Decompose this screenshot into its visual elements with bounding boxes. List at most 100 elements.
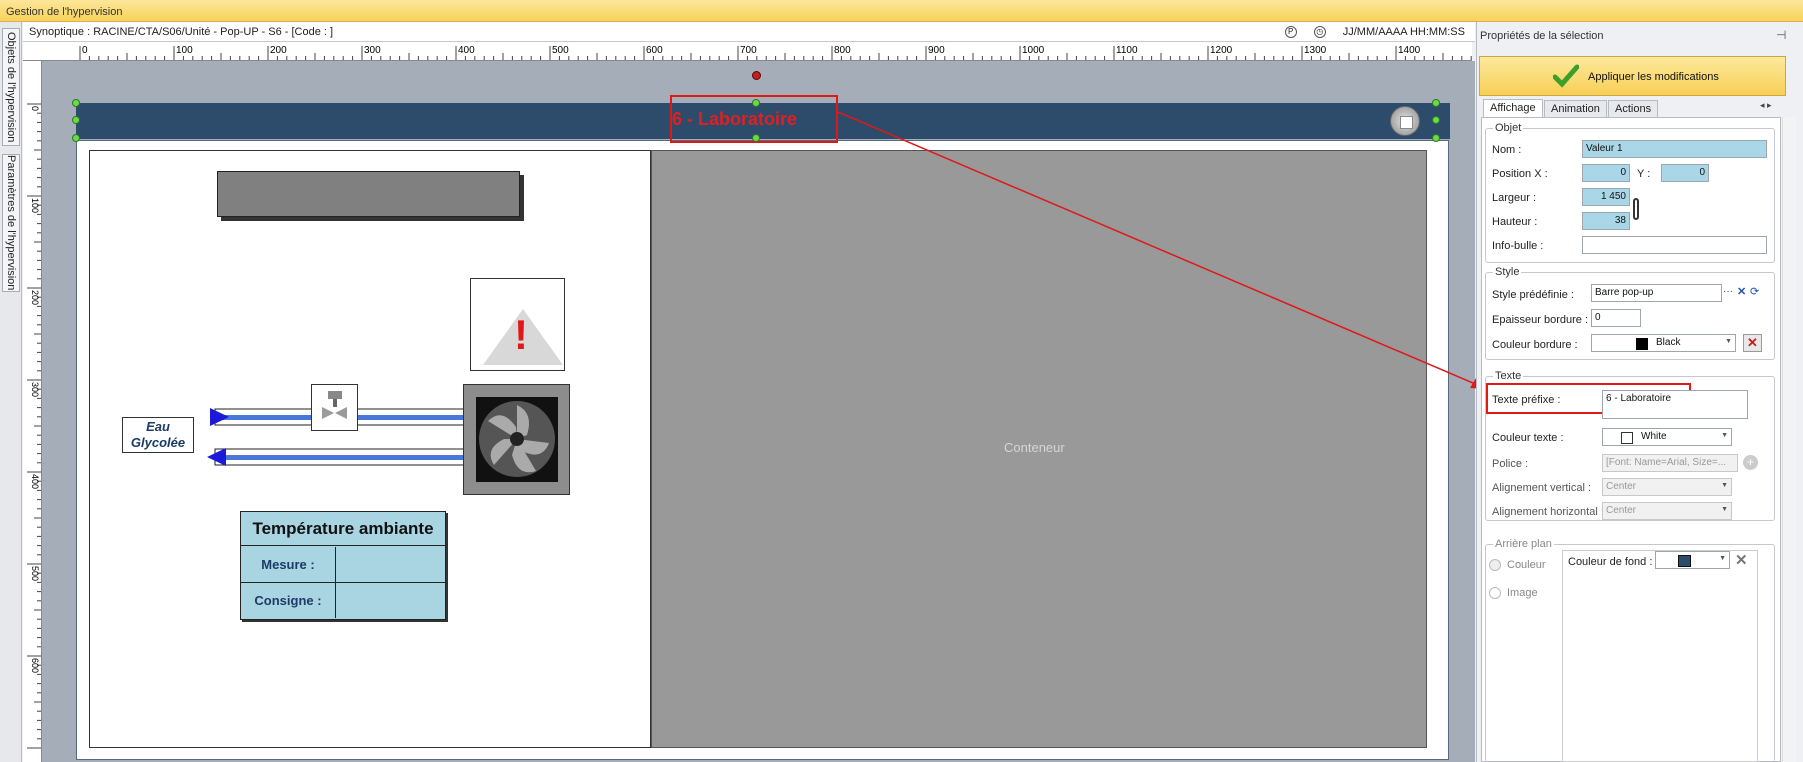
side-tab-strip: Objets de l'hypervision Paramètres de l'… <box>0 22 22 762</box>
texte-legend: Texte <box>1493 370 1524 382</box>
couleur-texte-label: Couleur texte : <box>1492 432 1564 444</box>
glycolee-text: Glycolée <box>130 435 186 450</box>
clear-icon[interactable]: ✕ <box>1737 285 1746 298</box>
link-icon[interactable] <box>1633 198 1639 220</box>
ruler-tick-label: 500 <box>552 45 569 56</box>
alignement-horizontal-label: Alignement horizontal : <box>1492 506 1604 518</box>
alert-box[interactable]: ! <box>470 278 565 371</box>
epaisseur-field[interactable]: 0 <box>1591 309 1641 327</box>
mesure-label: Mesure : <box>241 547 336 582</box>
couleur-texte-value: White <box>1641 431 1667 442</box>
alignement-vertical-field[interactable]: Center ▼ <box>1602 478 1732 496</box>
hauteur-field[interactable]: 38 <box>1582 212 1630 230</box>
y-field[interactable]: 0 <box>1661 164 1709 182</box>
nom-field[interactable]: Valeur 1 <box>1582 140 1767 158</box>
radio-couleur[interactable] <box>1489 559 1501 571</box>
alignement-vertical-label: Alignement vertical : <box>1492 482 1592 494</box>
style-predefini-field[interactable]: Barre pop-up <box>1591 284 1722 302</box>
ruler-tick-label: 1200 <box>1210 45 1233 56</box>
consigne-label: Consigne : <box>241 583 336 618</box>
position-x-field[interactable]: 0 <box>1582 164 1630 182</box>
properties-title: Propriétés de la sélection <box>1480 30 1604 42</box>
tab-objets-hypervision[interactable]: Objets de l'hypervision <box>2 28 20 146</box>
apply-button[interactable]: Appliquer les modifications <box>1479 56 1786 96</box>
consigne-row: Consigne : <box>241 583 445 619</box>
tab-animation[interactable]: Animation <box>1544 100 1607 117</box>
pin-icon[interactable]: ⊣ <box>1776 28 1786 42</box>
ruler-tick-label: 600 <box>646 45 663 56</box>
chevron-down-icon: ▼ <box>1725 338 1732 345</box>
fan-box[interactable] <box>463 384 570 495</box>
ruler-corner <box>23 42 62 61</box>
radio-image[interactable] <box>1489 587 1501 599</box>
alignement-horizontal-field[interactable]: Center ▼ <box>1602 502 1732 520</box>
tab-parametres-hypervision[interactable]: Paramètres de l'hypervision <box>2 154 20 292</box>
couleur-fond-field[interactable]: ▼ <box>1655 551 1730 569</box>
objet-legend: Objet <box>1493 122 1524 134</box>
warning-icon: ! <box>483 309 563 365</box>
remove-color-icon[interactable]: ✕ <box>1743 334 1762 352</box>
police-field[interactable]: [Font: Name=Arial, Size=... <box>1602 454 1738 472</box>
ruler-tick-label: 500 <box>30 566 40 581</box>
add-icon[interactable]: + <box>1743 455 1758 470</box>
texte-prefixe-field[interactable]: 6 - Laboratoire <box>1602 390 1748 419</box>
ruler-tick-label: 400 <box>30 474 40 489</box>
couleur-bordure-field[interactable]: Black ▼ <box>1591 334 1736 352</box>
resize-handle[interactable] <box>1432 134 1440 142</box>
alignement-horizontal-value: Center <box>1606 505 1637 516</box>
tab-actions[interactable]: Actions <box>1608 100 1659 117</box>
nom-label: Nom : <box>1492 144 1522 156</box>
clock-icon[interactable]: ◷ <box>1313 26 1326 39</box>
couleur-bordure-label: Couleur bordure : <box>1492 339 1578 351</box>
navy-swatch <box>1678 555 1691 567</box>
gray-display-bar[interactable] <box>217 171 520 217</box>
info-bulle-label: Info-bulle : <box>1492 240 1544 252</box>
ellipsis-icon[interactable]: ··· <box>1723 286 1733 297</box>
resize-handle[interactable] <box>72 116 80 124</box>
eau-text: Eau <box>146 419 170 434</box>
resize-handle[interactable] <box>72 99 80 107</box>
window-title: Gestion de l'hypervision <box>0 0 1803 22</box>
arriere-plan-legend: Arrière plan <box>1493 538 1554 550</box>
style-legend: Style <box>1493 266 1522 278</box>
remove-fond-icon[interactable]: ✕ <box>1735 551 1748 569</box>
ruler-tick-label: 1400 <box>1398 45 1421 56</box>
epaisseur-label: Epaisseur bordure : <box>1492 314 1588 326</box>
refresh-icon[interactable]: ⟳ <box>1750 285 1759 298</box>
ruler-tick-label: 900 <box>928 45 945 56</box>
p-icon[interactable]: P <box>1284 26 1297 39</box>
horizontal-ruler: 0 100 200 300 400 500 600 700 800 900 1000 1100 1200… <box>62 42 1472 61</box>
resize-handle[interactable] <box>752 134 760 142</box>
image-radio-label: Image <box>1507 587 1538 599</box>
alert-glyph: ! <box>514 311 528 358</box>
datetime-format: JJ/MM/AAAA HH:MM:SS <box>1342 26 1465 38</box>
resize-handle[interactable] <box>1432 99 1440 107</box>
temperature-table: Température ambiante Mesure : Consigne : <box>240 511 446 620</box>
eau-glycolee-label: Eau Glycolée <box>122 417 194 453</box>
y-label: Y : <box>1637 168 1651 180</box>
resize-handle[interactable] <box>72 134 80 142</box>
resize-handle[interactable] <box>1432 116 1440 124</box>
vertical-scrollbar[interactable] <box>1782 117 1796 762</box>
temperature-title: Température ambiante <box>241 512 445 546</box>
chevron-down-icon: ▼ <box>1721 432 1728 439</box>
tab-scroll-arrows[interactable]: ◂ ▸ <box>1760 100 1772 111</box>
rotation-handle[interactable] <box>752 71 761 80</box>
largeur-field[interactable]: 1 450 <box>1582 188 1630 206</box>
ruler-tick-label: 1100 <box>1116 45 1138 56</box>
texte-prefixe-label: Texte préfixe : <box>1492 394 1561 406</box>
alignement-vertical-value: Center <box>1606 481 1637 492</box>
couleur-bordure-value: Black <box>1656 337 1681 348</box>
valve-box[interactable] <box>311 384 358 431</box>
conteneur-label: Conteneur <box>1004 440 1065 455</box>
popup-close-button[interactable] <box>1390 106 1420 136</box>
hauteur-label: Hauteur : <box>1492 216 1538 228</box>
couleur-texte-field[interactable]: White ▼ <box>1602 428 1732 446</box>
resize-handle[interactable] <box>752 99 760 107</box>
style-predefini-label: Style prédéfinie : <box>1492 289 1574 301</box>
info-bulle-field[interactable] <box>1582 236 1767 254</box>
ruler-tick-label: 200 <box>270 45 287 56</box>
couleur-radio-label: Couleur <box>1507 559 1546 571</box>
checkmark-icon <box>1553 64 1579 88</box>
tab-affichage[interactable]: Affichage <box>1483 99 1543 118</box>
